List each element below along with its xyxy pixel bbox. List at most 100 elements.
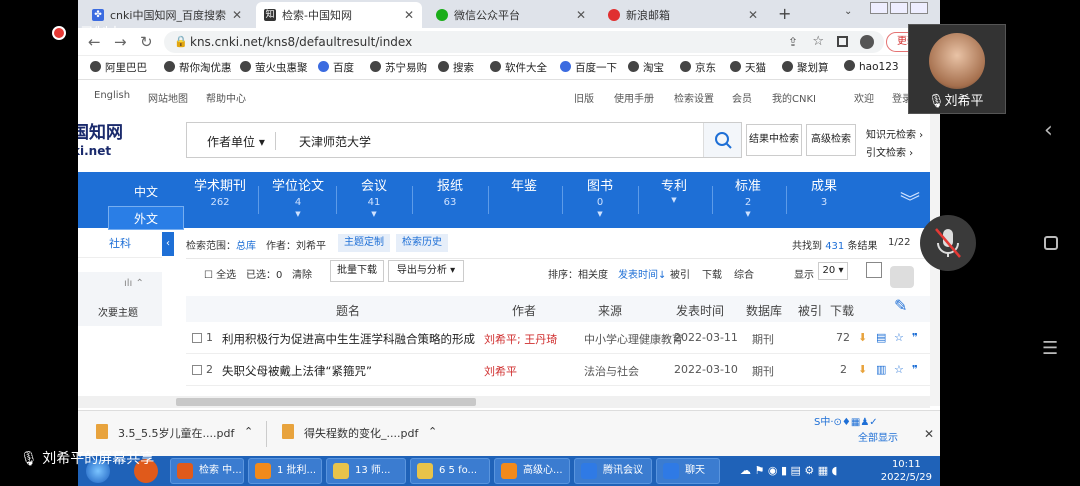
bar-chart-icon[interactable]: ılı ⌃ [124,278,144,289]
row-checkbox[interactable] [192,333,202,343]
col-downloads[interactable]: 下载 [830,302,854,319]
bookmark-item[interactable]: 搜索 [438,60,474,75]
taskbar-item[interactable]: 腾讯会议 [574,458,652,484]
taskbar-item[interactable]: 1 批利... [248,458,322,484]
nav-manual[interactable]: 使用手册 [614,90,654,105]
bookmark-item[interactable]: 京东 [680,60,716,75]
sort-comprehensive[interactable]: 综合 [734,266,754,281]
share-icon[interactable]: ⇪ [788,31,798,53]
favorite-star-icon[interactable]: ☆ [894,331,904,344]
col-author[interactable]: 作者 [512,302,536,319]
col-database[interactable]: 数据库 [746,302,782,319]
row-source[interactable]: 中小学心理健康教育 [584,331,683,347]
row-title-link[interactable]: 利用积极行为促进高中生生涯学科融合策略的形成 [222,331,475,347]
system-tray-icons[interactable]: ☁ ⚑ ◉ ▮ ▤ ⚙ ▦ ◖ [740,464,837,477]
sidepanel-icon[interactable] [837,36,848,47]
bookmark-item[interactable]: 淘宝 [628,60,664,75]
category-achievements[interactable]: 成果 3 [786,178,862,210]
cnki-logo[interactable]: 国知网 ki.net [78,124,123,160]
grid-view-icon[interactable] [866,262,882,278]
download-icon[interactable]: ⬇ [858,331,867,344]
category-books[interactable]: 图书 0 ▼ [562,178,638,218]
knowledge-search-link[interactable]: 知识元检索 › [866,126,923,141]
col-cited[interactable]: 被引 [798,302,822,319]
row-authors[interactable]: 刘希平; 王丹琦 [484,331,578,347]
sort-by-cited[interactable]: 被引 [670,266,690,281]
sort-by-downloads[interactable]: 下载 [702,266,722,281]
mute-button[interactable] [920,215,976,271]
select-all-checkbox[interactable]: ☐ 全选 [204,266,236,281]
theme-custom-chip[interactable]: 主题定制 [338,234,390,252]
taskbar-item[interactable]: 高级心... [494,458,570,484]
profile-icon[interactable] [860,35,874,49]
filter-sheke[interactable]: 社科 [78,230,162,258]
advanced-search-button[interactable]: 高级检索 [806,124,856,156]
export-analysis-button[interactable]: 导出与分析 ▾ [388,260,464,282]
back-chevron-icon[interactable]: ‹ [1044,118,1053,143]
category-yearbooks[interactable]: 年鉴 [486,178,562,196]
lang-chinese[interactable]: 中文 [108,180,184,204]
citation-search-link[interactable]: 引文检索 › [866,144,913,159]
chevron-down-icon[interactable]: ︾ [900,186,920,215]
secondary-subject-label[interactable]: 次要主题 [98,304,138,319]
category-standards[interactable]: 标准 2 ▼ [710,178,786,218]
tab-wechat[interactable]: 微信公众平台 ✕ [428,2,594,28]
close-icon[interactable]: ✕ [232,8,242,22]
favorite-star-icon[interactable]: ☆ [894,363,904,376]
ime-toolbar-icon[interactable]: S中·⊙♦▦♟✓ [814,413,878,428]
quote-icon[interactable]: ❞ [912,331,918,344]
tab-sina-mail[interactable]: 新浪邮箱 ✕ [600,2,766,28]
nav-search-settings[interactable]: 检索设置 [674,90,714,105]
download-item[interactable]: 3.5_5.5岁儿童在....pdf [118,425,234,441]
row-source[interactable]: 法治与社会 [584,363,639,379]
category-patents[interactable]: 专利 ▼ [636,178,712,204]
search-in-results-button[interactable]: 结果中检索 [746,124,802,156]
read-book-icon[interactable]: ▥ [876,363,886,376]
new-tab-button[interactable]: + [778,4,791,23]
quote-icon[interactable]: ❞ [912,363,918,376]
star-icon[interactable]: ☆ [812,31,824,53]
row-title-link[interactable]: 失职父母被戴上法律“紧箍咒” [222,363,372,379]
close-icon[interactable]: ✕ [404,8,414,22]
category-theses[interactable]: 学位论文 4 ▼ [260,178,336,218]
nav-english[interactable]: English [94,90,130,101]
batch-download-button[interactable]: 批量下载 [330,260,384,282]
collapse-sidebar-button[interactable]: ‹ [162,232,174,256]
taskbar-item[interactable]: 6 5 fo... [410,458,490,484]
col-title[interactable]: 题名 [336,302,360,319]
bookmark-item[interactable]: 阿里巴巴 [90,60,147,75]
download-item[interactable]: 得失程数的变化_....pdf [304,425,418,441]
close-window-button[interactable] [910,2,928,14]
pencil-icon[interactable]: ✎ [894,296,907,315]
close-icon[interactable]: ✕ [576,8,586,22]
tab-search-chevron-icon[interactable]: ⌄ [844,6,852,17]
bookmark-item[interactable]: 聚划算 [782,60,829,75]
search-input[interactable]: 天津师范大学 [299,133,371,150]
page-size-select[interactable]: 20 ▾ [818,262,848,280]
bookmark-item[interactable]: 天猫 [730,60,766,75]
download-icon[interactable]: ⬇ [858,363,867,376]
category-journals[interactable]: 学术期刊 262 [182,178,258,210]
read-html-icon[interactable]: ▤ [876,331,886,344]
col-date[interactable]: 发表时间 [676,302,724,319]
taskbar-item[interactable]: 检索 中... [170,458,244,484]
chevron-up-icon[interactable]: ⌃ [244,425,253,438]
bookmark-item[interactable]: 百度 [318,60,354,75]
chevron-up-icon[interactable]: ⌃ [428,425,437,438]
category-conferences[interactable]: 会议 41 ▼ [336,178,412,218]
row-checkbox[interactable] [192,365,202,375]
search-history-chip[interactable]: 检索历史 [396,234,448,252]
bookmark-item[interactable]: 苏宁易购 [370,60,427,75]
url-field[interactable]: 🔒 kns.cnki.net/kns8/defaultresult/index … [164,31,884,53]
nav-sitemap[interactable]: 网站地图 [148,90,188,105]
bookmark-item[interactable]: hao123 [844,60,899,73]
col-source[interactable]: 来源 [598,302,622,319]
sort-by-date[interactable]: 发表时间↓ [618,266,666,281]
search-button[interactable] [703,123,741,157]
nav-old-version[interactable]: 旧版 [574,90,594,105]
chat-bubble-icon[interactable] [890,266,914,288]
close-icon[interactable]: ✕ [748,8,758,22]
search-field-select[interactable]: 作者单位 ▾ [207,133,265,150]
nav-member[interactable]: 会员 [732,90,752,105]
bookmark-item[interactable]: 软件大全 [490,60,547,75]
